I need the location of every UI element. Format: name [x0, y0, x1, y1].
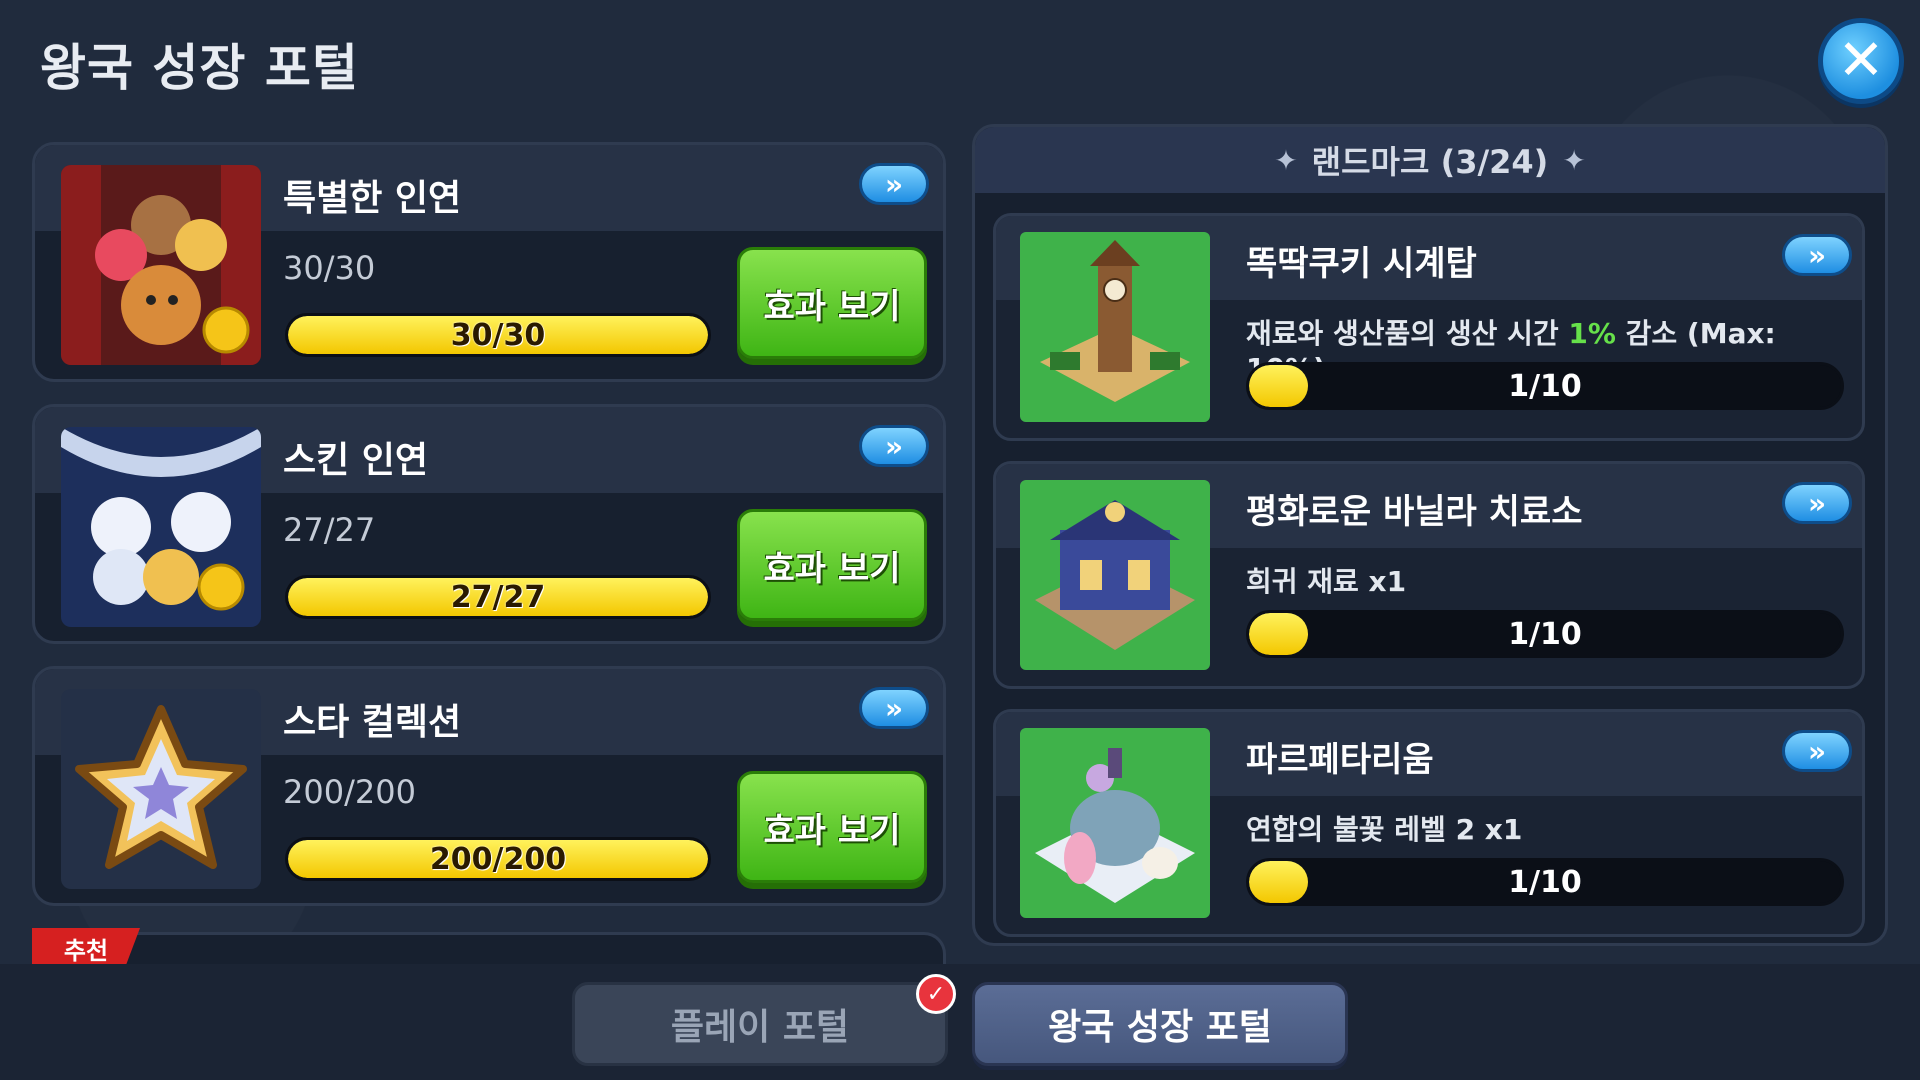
progress-label: 1/10	[1508, 864, 1582, 900]
detail-arrow-button[interactable]: »	[859, 687, 929, 729]
landmark-desc: 희귀 재료 x1	[1246, 560, 1406, 600]
progress-label: 200/200	[429, 841, 567, 877]
tab-play-portal[interactable]: 플레이 포털	[572, 982, 948, 1066]
view-effect-button[interactable]: 효과 보기	[737, 247, 927, 359]
card-title: 스타 컬렉션	[283, 702, 462, 743]
landmark-title: 파르페타리움	[1246, 740, 1434, 780]
progress-bar: 27/27	[285, 575, 711, 619]
detail-arrow-button[interactable]: »	[1782, 482, 1852, 524]
detail-arrow-button[interactable]: »	[1782, 730, 1852, 772]
sparkle-icon: ✦	[1274, 143, 1298, 177]
card-skin-bond: 스킨 인연 » 27/27 27/27 효과 보기	[32, 404, 946, 644]
card-title: 스킨 인연	[283, 440, 429, 481]
check-badge-icon: ✓	[916, 974, 956, 1014]
desc-text: 연합의 불꽃 레벨 2 x1	[1246, 813, 1523, 846]
detail-arrow-button[interactable]: »	[1782, 234, 1852, 276]
double-chevron-right-icon: »	[1807, 486, 1827, 520]
progress-bar: 1/10	[1246, 362, 1844, 410]
progress-bar: 1/10	[1246, 610, 1844, 658]
card-thumbnail	[61, 427, 261, 627]
card-thumbnail	[61, 165, 261, 365]
tab-kingdom-growth-portal[interactable]: 왕국 성장 포털	[972, 982, 1348, 1066]
landmark-panel: ✦ 랜드마크 (3/24) ✦ 똑딱쿠키 시계탑 » 재료와 생산품의 생산 시…	[972, 124, 1888, 946]
progress-label: 1/10	[1508, 616, 1582, 652]
landmark-header-label: 랜드마크 (3/24)	[1311, 143, 1549, 181]
card-count: 30/30	[283, 249, 376, 287]
progress-label: 27/27	[450, 579, 546, 615]
sparkle-icon: ✦	[1562, 143, 1586, 177]
close-icon: ✕	[1837, 28, 1885, 93]
desc-text: 희귀 재료 x1	[1246, 565, 1407, 598]
detail-arrow-button[interactable]: »	[859, 425, 929, 467]
desc-text: 재료와 생산품의 생산 시간	[1246, 317, 1569, 350]
landmark-item: 파르페타리움 » 연합의 불꽃 레벨 2 x1 1/10	[993, 709, 1865, 937]
card-title: 특별한 인연	[283, 178, 462, 219]
double-chevron-right-icon: »	[1807, 238, 1827, 272]
progress-label: 30/30	[450, 317, 546, 353]
double-chevron-right-icon: »	[884, 167, 904, 201]
card-star-collection: 스타 컬렉션 » 200/200 200/200 효과 보기	[32, 666, 946, 906]
close-button[interactable]: ✕	[1818, 18, 1904, 104]
bottom-tab-bar	[0, 964, 1920, 1080]
star-icon	[75, 705, 247, 869]
progress-bar: 200/200	[285, 837, 711, 881]
card-count: 27/27	[283, 511, 376, 549]
recommend-badge: 추천	[32, 928, 140, 968]
card-special-bond: 특별한 인연 » 30/30 30/30 효과 보기	[32, 142, 946, 382]
landmark-item: 똑딱쿠키 시계탑 » 재료와 생산품의 생산 시간 1% 감소 (Max: 10…	[993, 213, 1865, 441]
landmark-thumbnail	[1020, 728, 1210, 918]
card-count: 200/200	[283, 773, 416, 811]
progress-bar: 30/30	[285, 313, 711, 357]
landmark-header: ✦ 랜드마크 (3/24) ✦	[975, 127, 1885, 193]
view-effect-button[interactable]: 효과 보기	[737, 509, 927, 621]
landmark-item: 평화로운 바닐라 치료소 » 희귀 재료 x1 1/10	[993, 461, 1865, 689]
desc-highlight: 1%	[1568, 317, 1616, 350]
double-chevron-right-icon: »	[884, 429, 904, 463]
progress-label: 1/10	[1508, 368, 1582, 404]
card-thumbnail	[61, 689, 261, 889]
detail-arrow-button[interactable]: »	[859, 163, 929, 205]
view-effect-button[interactable]: 효과 보기	[737, 771, 927, 883]
landmark-title: 평화로운 바닐라 치료소	[1246, 492, 1583, 532]
landmark-title: 똑딱쿠키 시계탑	[1246, 244, 1477, 284]
landmark-desc: 연합의 불꽃 레벨 2 x1	[1246, 808, 1522, 848]
double-chevron-right-icon: »	[884, 691, 904, 725]
page-title: 왕국 성장 포털	[40, 39, 359, 97]
progress-bar: 1/10	[1246, 858, 1844, 906]
landmark-thumbnail	[1020, 480, 1210, 670]
double-chevron-right-icon: »	[1807, 734, 1827, 768]
landmark-thumbnail	[1020, 232, 1210, 422]
